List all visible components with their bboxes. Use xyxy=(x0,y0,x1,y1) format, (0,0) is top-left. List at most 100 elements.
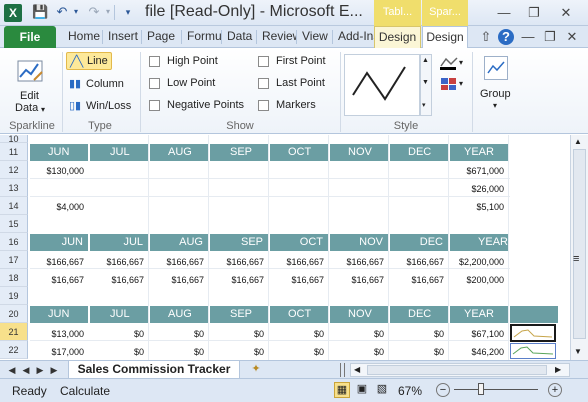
table3-r21-dec[interactable]: $0 xyxy=(390,329,444,339)
table2-r17-nov[interactable]: $166,667 xyxy=(330,257,384,267)
table1-header-aug[interactable]: AUG xyxy=(150,144,208,161)
row-header[interactable]: 14 xyxy=(0,197,28,215)
tab-addins[interactable]: Add-Ins xyxy=(334,26,374,48)
table1-header-sep[interactable]: SEP xyxy=(210,144,268,161)
worksheet-grid[interactable]: 10 11 12 13 14 15 16 17 18 19 20 21 22 J… xyxy=(0,135,570,360)
scroll-track[interactable] xyxy=(573,149,586,339)
first-sheet-icon[interactable]: ◀ xyxy=(6,363,18,377)
workbook-minimize-icon[interactable]: — xyxy=(520,29,536,45)
row-header[interactable]: 19 xyxy=(0,287,28,305)
table3-header-sparkline[interactable] xyxy=(510,306,558,323)
table2-r18-jun[interactable]: $16,667 xyxy=(30,275,84,285)
sparkline-style-gallery[interactable] xyxy=(344,54,420,116)
row-header[interactable]: 17 xyxy=(0,251,28,269)
table1-header-nov[interactable]: NOV xyxy=(330,144,388,161)
marker-color-icon[interactable] xyxy=(440,77,458,91)
table3-r21-sep[interactable]: $0 xyxy=(210,329,264,339)
tab-formulas[interactable]: Formulas xyxy=(183,26,221,48)
high-point-checkbox[interactable] xyxy=(149,56,160,67)
table3-header-sep[interactable]: SEP xyxy=(210,306,268,323)
marker-color-dropdown-icon[interactable]: ▾ xyxy=(459,79,463,88)
customize-qat-icon[interactable]: ▾ xyxy=(120,4,136,20)
table2-header-oct[interactable]: OCT xyxy=(270,234,328,251)
new-sheet-icon[interactable]: ✦ xyxy=(248,362,264,377)
table3-header-jul[interactable]: JUL xyxy=(90,306,148,323)
edit-data-label-2[interactable]: Data xyxy=(15,102,38,114)
table2-header-dec[interactable]: DEC xyxy=(390,234,448,251)
table3-r21-jun[interactable]: $13,000 xyxy=(30,329,84,339)
table1-r14-year[interactable]: $5,100 xyxy=(450,202,504,212)
table2-r18-oct[interactable]: $16,667 xyxy=(270,275,324,285)
page-break-view-icon[interactable]: ▧ xyxy=(374,382,390,398)
table3-r21-oct[interactable]: $0 xyxy=(270,329,324,339)
table2-r17-jul[interactable]: $166,667 xyxy=(90,257,144,267)
table3-r21-year[interactable]: $67,100 xyxy=(450,329,504,339)
group-label[interactable]: Group xyxy=(480,88,511,100)
table3-r21-aug[interactable]: $0 xyxy=(150,329,204,339)
restore-icon[interactable]: ❐ xyxy=(526,5,542,21)
scroll-right-icon[interactable]: ▶ xyxy=(555,365,561,374)
sparkline-cell[interactable] xyxy=(510,343,556,359)
prev-sheet-icon[interactable]: ◀ xyxy=(20,363,32,377)
workbook-close-icon[interactable]: ✕ xyxy=(564,29,580,45)
tab-file[interactable]: File xyxy=(4,26,56,48)
table3-r21-nov[interactable]: $0 xyxy=(330,329,384,339)
table2-header-nov[interactable]: NOV xyxy=(330,234,388,251)
tab-data[interactable]: Data xyxy=(223,26,256,48)
scroll-down-icon[interactable]: ▼ xyxy=(574,347,582,356)
zoom-slider-thumb[interactable] xyxy=(478,383,484,395)
table3-header-oct[interactable]: OCT xyxy=(270,306,328,323)
zoom-out-icon[interactable]: − xyxy=(436,383,450,397)
edit-data-dropdown-icon[interactable]: ▾ xyxy=(41,105,45,114)
table3-r22-nov[interactable]: $0 xyxy=(330,347,384,357)
help-icon[interactable]: ? xyxy=(498,29,514,45)
minimize-icon[interactable]: — xyxy=(496,5,512,21)
excel-logo-icon[interactable]: X xyxy=(4,4,22,22)
vertical-scrollbar[interactable]: ▲ ≡ ▼ xyxy=(570,135,588,361)
table1-header-year[interactable]: YEAR xyxy=(450,144,508,161)
tab-table-design[interactable]: Design xyxy=(374,26,421,48)
negative-points-checkbox[interactable] xyxy=(149,100,160,111)
sparkline-color-icon[interactable] xyxy=(440,56,458,70)
zoom-slider-track[interactable] xyxy=(454,389,538,390)
row-header[interactable]: 18 xyxy=(0,269,28,287)
normal-view-icon[interactable]: ▦ xyxy=(334,382,350,398)
row-header[interactable]: 15 xyxy=(0,215,28,233)
row-header[interactable]: 20 xyxy=(0,305,28,323)
table3-header-aug[interactable]: AUG xyxy=(150,306,208,323)
table3-header-nov[interactable]: NOV xyxy=(330,306,388,323)
edit-data-icon[interactable] xyxy=(16,58,46,86)
table3-r22-dec[interactable]: $0 xyxy=(390,347,444,357)
table2-r18-year[interactable]: $200,000 xyxy=(450,275,504,285)
type-column-button[interactable]: ▮▮ Column xyxy=(68,76,132,94)
table2-header-jul[interactable]: JUL xyxy=(90,234,148,251)
group-dropdown-icon[interactable]: ▾ xyxy=(493,101,497,110)
table3-header-dec[interactable]: DEC xyxy=(390,306,448,323)
last-point-checkbox[interactable] xyxy=(258,78,269,89)
table1-r13-year[interactable]: $26,000 xyxy=(450,184,504,194)
next-sheet-icon[interactable]: ▶ xyxy=(34,363,46,377)
sparkline-cell-selected[interactable] xyxy=(510,324,556,342)
type-line-button[interactable]: ╱╲ Line xyxy=(66,52,112,70)
row-header[interactable]: 10 xyxy=(0,135,28,144)
first-point-checkbox[interactable] xyxy=(258,56,269,67)
page-layout-view-icon[interactable]: ▣ xyxy=(354,382,370,398)
row-header[interactable]: 16 xyxy=(0,233,28,251)
scroll-up-icon[interactable]: ▲ xyxy=(574,137,582,146)
table1-header-jun[interactable]: JUN xyxy=(30,144,88,161)
table2-r17-sep[interactable]: $166,667 xyxy=(210,257,264,267)
table3-r22-jun[interactable]: $17,000 xyxy=(30,347,84,357)
table3-header-jun[interactable]: JUN xyxy=(30,306,88,323)
row-header[interactable]: 11 xyxy=(0,143,28,161)
table1-r14-jun[interactable]: $4,000 xyxy=(30,202,84,212)
tab-view[interactable]: View xyxy=(298,26,332,48)
table3-r22-year[interactable]: $46,200 xyxy=(450,347,504,357)
table1-header-oct[interactable]: OCT xyxy=(270,144,328,161)
table3-r22-jul[interactable]: $0 xyxy=(90,347,144,357)
table1-header-jul[interactable]: JUL xyxy=(90,144,148,161)
scroll-left-icon[interactable]: ◀ xyxy=(354,365,360,374)
markers-checkbox[interactable] xyxy=(258,100,269,111)
scroll-grip-icon[interactable]: ≡ xyxy=(573,253,579,265)
tab-review[interactable]: Review xyxy=(258,26,296,48)
zoom-level[interactable]: 67% xyxy=(398,384,422,398)
